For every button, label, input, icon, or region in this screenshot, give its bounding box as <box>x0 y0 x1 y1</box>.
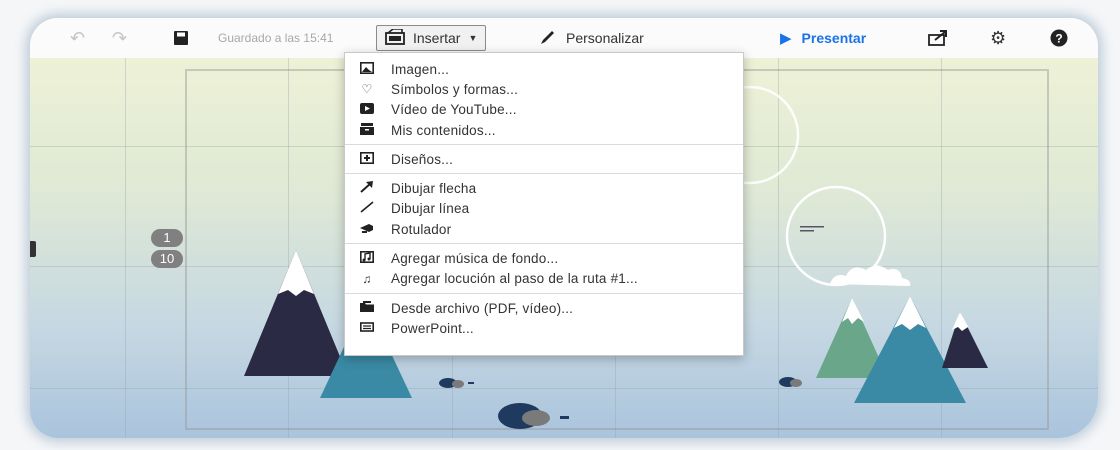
svg-text:?: ? <box>1055 32 1062 46</box>
present-label: Presentar <box>801 30 867 46</box>
layouts-icon <box>359 151 375 167</box>
note-icon: ♫ <box>362 271 372 286</box>
menu-separator <box>345 292 743 294</box>
powerpoint-icon <box>359 321 375 336</box>
menu-item-from-file[interactable]: Desde archivo (PDF, vídeo)... <box>345 298 743 318</box>
menu-item-draw-arrow[interactable]: Dibujar flecha <box>345 178 743 198</box>
customize-label: Personalizar <box>566 30 644 46</box>
shapes-icon: ♡ <box>361 82 373 97</box>
help-icon[interactable]: ? <box>1050 18 1068 58</box>
caret-down-icon: ▼ <box>468 33 478 43</box>
floppy-disk-icon[interactable] <box>174 18 188 58</box>
menu-separator <box>345 173 743 175</box>
menu-separator <box>345 243 743 245</box>
image-icon <box>359 61 375 77</box>
menu-item-image[interactable]: Imagen... <box>345 59 743 79</box>
folder-icon <box>359 300 375 316</box>
menu-item-draw-line[interactable]: Dibujar línea <box>345 199 743 219</box>
menu-item-shapes[interactable]: ♡ Símbolos y formas... <box>345 79 743 99</box>
present-button[interactable]: ▶ Presentar <box>780 18 866 58</box>
insert-icon <box>385 27 405 48</box>
menu-separator <box>345 144 743 146</box>
youtube-icon <box>359 102 375 117</box>
music-icon <box>359 251 375 266</box>
menu-item-highlighter[interactable]: Rotulador <box>345 219 743 239</box>
brush-icon <box>540 29 556 48</box>
arrow-icon <box>359 181 375 196</box>
library-icon <box>359 122 375 138</box>
undo-arrow-icon[interactable]: ↶ <box>70 18 85 58</box>
menu-item-powerpoint[interactable]: PowerPoint... <box>345 318 743 338</box>
gear-icon[interactable]: ⚙ <box>990 18 1006 58</box>
saved-status: Guardado a las 15:41 <box>218 31 334 45</box>
play-icon: ▶ <box>780 30 792 47</box>
share-icon[interactable] <box>928 18 948 58</box>
redo-arrow-icon[interactable]: ↷ <box>112 18 127 58</box>
menu-item-voiceover[interactable]: ♫ Agregar locución al paso de la ruta #1.… <box>345 269 743 289</box>
menu-item-background-music[interactable]: Agregar música de fondo... <box>345 248 743 268</box>
menu-item-layouts[interactable]: Diseños... <box>345 149 743 169</box>
highlighter-icon <box>359 222 375 237</box>
insert-dropdown-menu: Imagen... ♡ Símbolos y formas... Vídeo de… <box>344 52 744 356</box>
menu-item-youtube[interactable]: Vídeo de YouTube... <box>345 100 743 120</box>
insert-label: Insertar <box>413 30 461 46</box>
line-icon <box>359 201 375 216</box>
insert-button[interactable]: Insertar ▼ <box>376 25 487 51</box>
menu-item-my-content[interactable]: Mis contenidos... <box>345 120 743 140</box>
